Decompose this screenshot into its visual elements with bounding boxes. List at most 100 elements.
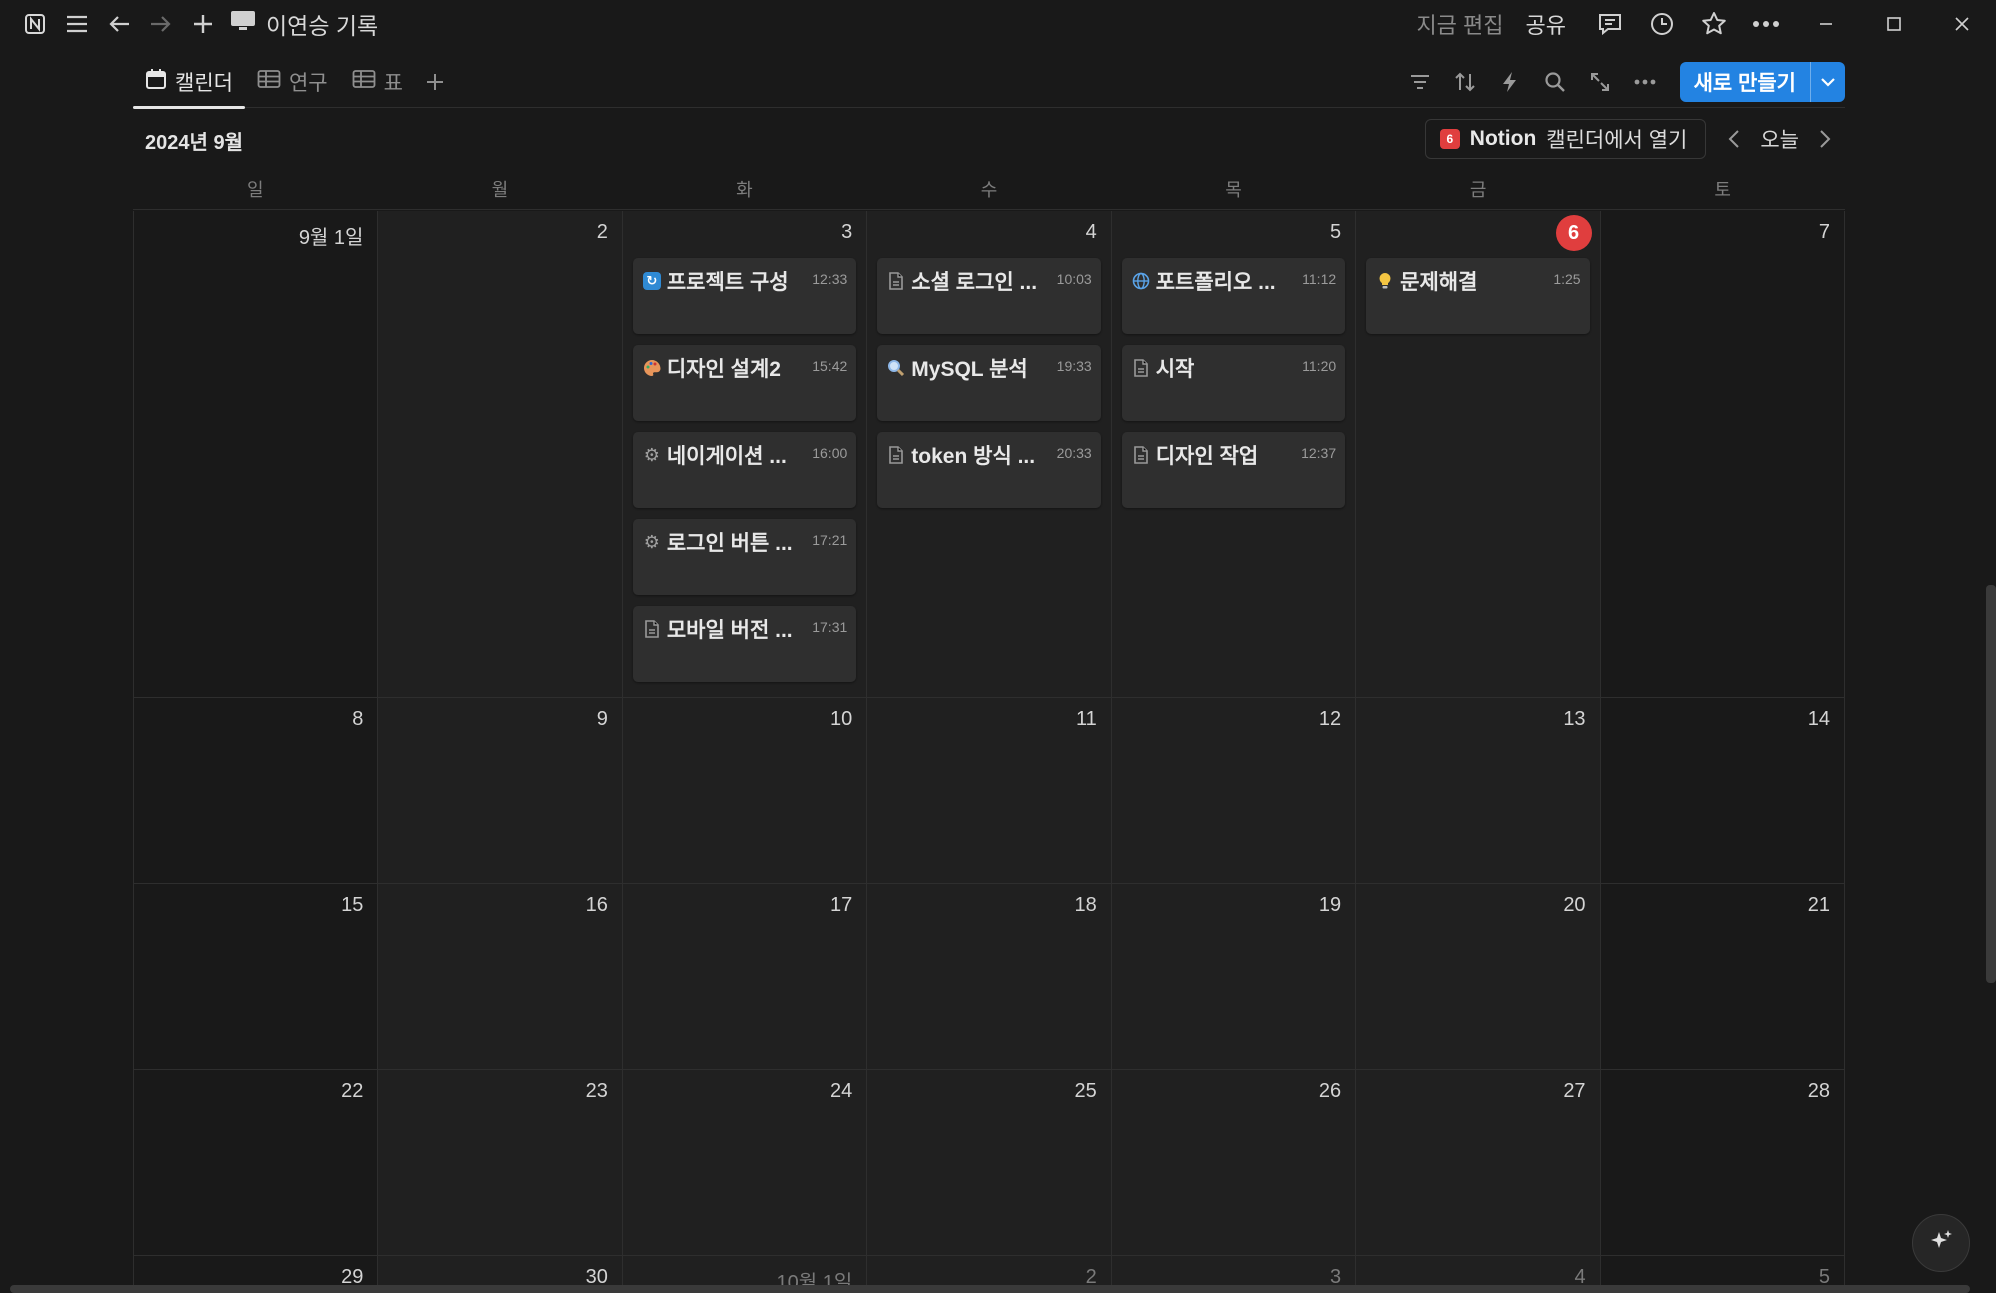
calendar-day-cell[interactable]: 23	[378, 1070, 623, 1256]
previous-month-chevron-icon[interactable]	[1714, 119, 1754, 159]
gear-icon: ⚙	[643, 444, 660, 465]
monitor-icon	[230, 10, 256, 38]
palette-icon	[643, 359, 661, 377]
search-icon[interactable]	[1533, 62, 1578, 102]
event-card[interactable]: 소셜 로그인 ... 10:03	[877, 258, 1101, 334]
calendar-day-cell[interactable]: 28	[1600, 1070, 1845, 1256]
event-card[interactable]: 디자인 설계2 15:42	[632, 345, 857, 421]
calendar-day-cell[interactable]: 11	[867, 698, 1112, 884]
calendar-day-cell[interactable]: 27	[1356, 1070, 1601, 1256]
event-card[interactable]: 시작 11:20	[1121, 345, 1346, 421]
new-button[interactable]: 새로 만들기	[1679, 62, 1845, 102]
expand-icon[interactable]	[1578, 62, 1623, 102]
event-title: 모바일 버전 ...	[666, 619, 793, 642]
day-number: 17	[830, 894, 853, 916]
event-title: 시작	[1155, 358, 1195, 381]
calendar-day-cell[interactable]: 4 소셜 로그인 ... 10:03 MySQL 분석 19:33 token 방식 ..…	[867, 211, 1112, 698]
event-time: 11:12	[1302, 271, 1337, 287]
gear-icon: ⚙	[643, 531, 660, 552]
calendar-day-cell[interactable]: 19	[1111, 884, 1357, 1070]
event-card[interactable]: ⚙ 네이게이션 ... 16:00	[632, 432, 857, 508]
event-card[interactable]: 포트폴리오 ... 11:12	[1121, 258, 1346, 334]
day-number: 4	[1085, 221, 1097, 243]
calendar-day-cell[interactable]: 14	[1600, 698, 1845, 884]
calendar-header: 2024년 9월 6 Notion 캘린더에서 열기 오늘	[133, 118, 1845, 160]
calendar-day-cell[interactable]: 9	[378, 698, 623, 884]
calendar-day-cell[interactable]: 21	[1600, 884, 1845, 1070]
calendar-day-cell[interactable]: 7	[1600, 211, 1845, 698]
more-options-icon[interactable]	[1740, 0, 1792, 48]
filter-icon[interactable]	[1398, 62, 1443, 102]
calendar-day-cell[interactable]: 5 포트폴리오 ... 11:12 시작 11:20 디자인 작업 12:37	[1111, 211, 1357, 698]
automation-lightning-icon[interactable]	[1488, 62, 1533, 102]
page-breadcrumb[interactable]: 이연승 기록	[230, 7, 378, 41]
today-button[interactable]: 오늘	[1760, 124, 1799, 154]
new-tab-plus-icon[interactable]	[182, 3, 224, 45]
tab-table[interactable]: 표	[340, 56, 415, 108]
next-month-chevron-icon[interactable]	[1805, 119, 1845, 159]
calendar-day-cell[interactable]: 3 ↻ 프로젝트 구성 12:33 디자인 설계2 15:42 ⚙ 네이게이션 ... 16:0…	[622, 211, 868, 698]
day-number: 15	[341, 894, 364, 916]
calendar-day-cell[interactable]: 16	[378, 884, 623, 1070]
close-window-icon[interactable]	[1928, 0, 1996, 48]
calendar-day-cell[interactable]: 6 문제해결 1:25	[1356, 211, 1601, 698]
calendar-day-cell[interactable]: 22	[134, 1070, 379, 1256]
sync-icon: ↻	[642, 272, 661, 290]
event-card[interactable]: ⚙ 로그인 버튼 ... 17:21	[632, 519, 857, 595]
calendar-day-cell[interactable]: 18	[867, 884, 1112, 1070]
event-title-row: 디자인 작업	[1132, 440, 1297, 470]
open-in-notion-calendar-button[interactable]: 6 Notion 캘린더에서 열기	[1424, 119, 1707, 159]
document-icon	[1132, 446, 1150, 464]
history-clock-icon[interactable]	[1636, 0, 1688, 48]
calendar-day-cell[interactable]: 17	[622, 884, 868, 1070]
day-number: 18	[1074, 894, 1097, 916]
event-card[interactable]: ↻ 프로젝트 구성 12:33	[632, 258, 857, 334]
horizontal-scrollbar[interactable]	[10, 1285, 1970, 1293]
view-more-icon[interactable]	[1623, 62, 1668, 102]
event-card[interactable]: MySQL 분석 19:33	[877, 345, 1101, 421]
back-arrow-icon[interactable]	[98, 3, 140, 45]
share-button[interactable]: 공유	[1526, 8, 1566, 40]
day-number: 3	[841, 221, 853, 243]
sort-icon[interactable]	[1443, 62, 1488, 102]
maximize-window-icon[interactable]	[1860, 0, 1928, 48]
day-number: 13	[1563, 708, 1586, 730]
calendar-day-cell[interactable]: 15	[134, 884, 379, 1070]
menu-icon[interactable]	[56, 3, 98, 45]
page-title: 이연승 기록	[266, 13, 379, 39]
calendar-grid: 9월 1일 2 3 ↻ 프로젝트 구성 12:33 디자인 설계2 15:42 ⚙ 네이게이션 .…	[133, 211, 1845, 1293]
comments-icon[interactable]	[1584, 0, 1636, 48]
favorite-star-icon[interactable]	[1688, 0, 1740, 48]
tab-calendar[interactable]: 캘린더	[133, 56, 245, 109]
event-time: 17:31	[812, 619, 848, 635]
calendar-day-cell[interactable]: 26	[1111, 1070, 1357, 1256]
notion-logo-icon[interactable]	[14, 3, 56, 45]
document-icon	[643, 620, 661, 638]
calendar-day-cell[interactable]: 2	[378, 211, 623, 698]
event-title-row: 디자인 설계2	[643, 353, 808, 383]
calendar-day-cell[interactable]: 12	[1111, 698, 1357, 884]
calendar-day-cell[interactable]: 24	[622, 1070, 868, 1256]
calendar-day-cell[interactable]: 20	[1356, 884, 1601, 1070]
forward-arrow-icon[interactable]	[140, 3, 182, 45]
event-card[interactable]: 모바일 버전 ... 17:31	[632, 606, 857, 682]
calendar-day-cell[interactable]: 8	[134, 698, 379, 884]
ai-sparkle-button[interactable]	[1912, 1214, 1970, 1272]
chevron-down-icon[interactable]	[1811, 62, 1845, 102]
calendar-day-cell[interactable]: 10	[622, 698, 868, 884]
add-view-plus-icon[interactable]	[415, 56, 455, 108]
event-list: 포트폴리오 ... 11:12 시작 11:20 디자인 작업 12:37	[1121, 258, 1346, 508]
event-card[interactable]: 디자인 작업 12:37	[1121, 432, 1346, 508]
new-button-label[interactable]: 새로 만들기	[1680, 62, 1811, 102]
event-card[interactable]: 문제해결 1:25	[1366, 258, 1590, 334]
calendar-day-cell[interactable]: 25	[867, 1070, 1112, 1256]
globe-icon	[1132, 272, 1150, 290]
minimize-window-icon[interactable]	[1792, 0, 1860, 48]
weekday-label: 금	[1469, 180, 1487, 200]
event-list: ↻ 프로젝트 구성 12:33 디자인 설계2 15:42 ⚙ 네이게이션 ... 16:00…	[632, 258, 857, 682]
calendar-day-cell[interactable]: 13	[1356, 698, 1601, 884]
event-card[interactable]: token 방식 ... 20:33	[877, 432, 1101, 508]
vertical-scrollbar[interactable]	[1986, 585, 1996, 983]
tab-research[interactable]: 연구	[245, 56, 340, 108]
calendar-day-cell[interactable]: 9월 1일	[134, 211, 379, 698]
